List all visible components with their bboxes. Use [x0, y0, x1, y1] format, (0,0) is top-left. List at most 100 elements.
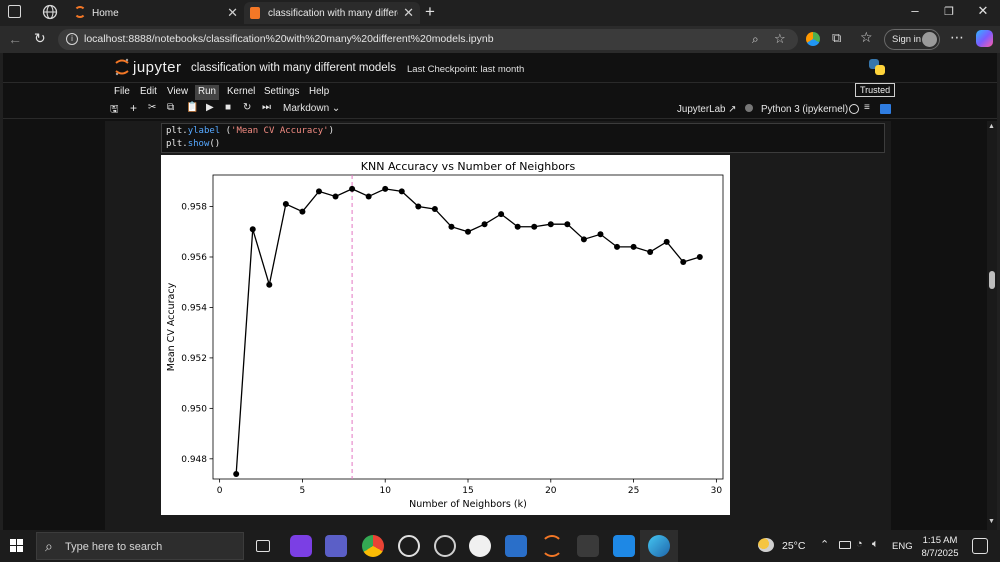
- remote-desktop-icon[interactable]: [505, 535, 527, 557]
- teams-icon[interactable]: [325, 535, 347, 557]
- code-cell[interactable]: plt.ylabel ('Mean CV Accuracy') plt.show…: [161, 123, 885, 153]
- temperature[interactable]: 25°C: [782, 540, 805, 552]
- task-view-icon[interactable]: [256, 540, 270, 552]
- data-point: [398, 188, 405, 195]
- chevron-down-icon: ⌄: [331, 103, 341, 114]
- notebook-title[interactable]: classification with many different model…: [191, 62, 396, 74]
- url-box[interactable]: i localhost:8888/notebooks/classificatio…: [58, 29, 798, 50]
- extension-icon[interactable]: [806, 32, 820, 46]
- more-options-icon[interactable]: ⋯: [950, 29, 964, 46]
- url-text[interactable]: localhost:8888/notebooks/classification%…: [84, 33, 494, 45]
- battery-icon[interactable]: [839, 541, 851, 549]
- scroll-down-icon[interactable]: ▼: [988, 518, 995, 525]
- copilot-icon[interactable]: [976, 30, 993, 47]
- sign-in-button[interactable]: Sign in: [884, 29, 940, 50]
- back-icon[interactable]: ←: [8, 31, 22, 47]
- tab-notebook[interactable]: classification with many different ✕: [244, 2, 420, 24]
- site-info-icon[interactable]: i: [66, 33, 78, 45]
- visual-studio-icon[interactable]: [290, 535, 312, 557]
- hidden-icons-chevron-icon[interactable]: ⌃: [820, 538, 829, 551]
- wifi-icon[interactable]: ◔: [856, 538, 863, 550]
- close-window-icon[interactable]: ✕: [968, 3, 998, 19]
- data-point: [233, 470, 240, 477]
- data-point: [332, 193, 339, 200]
- data-point: [431, 206, 438, 213]
- y-tick-label: 0.956: [181, 253, 207, 263]
- notebook-scrollbar[interactable]: ▲ ▼: [987, 121, 997, 530]
- workspaces-icon[interactable]: [42, 4, 58, 25]
- x-tick-label: 25: [628, 486, 639, 496]
- menu-view[interactable]: View: [164, 85, 191, 100]
- zoom-icon[interactable]: ⌕: [752, 32, 759, 47]
- whatsapp-icon[interactable]: [398, 535, 420, 557]
- insert-cell-icon[interactable]: +: [130, 101, 137, 115]
- new-tab-icon[interactable]: +: [425, 2, 435, 22]
- restart-icon[interactable]: ↻: [243, 102, 251, 113]
- favorites-icon[interactable]: ☆: [860, 29, 873, 46]
- scrollbar-thumb[interactable]: [989, 271, 995, 289]
- menu-edit[interactable]: Edit: [137, 85, 160, 100]
- favorite-star-icon[interactable]: ☆: [774, 31, 786, 47]
- notifications-icon[interactable]: [972, 538, 988, 554]
- address-bar: ← ↻ i localhost:8888/notebooks/classific…: [0, 26, 1000, 53]
- menu-file[interactable]: File: [111, 85, 133, 100]
- menu-run[interactable]: Run: [195, 85, 219, 100]
- data-point: [696, 253, 703, 260]
- data-point: [481, 221, 488, 228]
- code-token: (: [220, 126, 232, 136]
- menu-settings[interactable]: Settings: [261, 85, 302, 100]
- jupyter-favicon: [74, 6, 86, 18]
- code-token: (): [209, 139, 221, 149]
- copy-icon[interactable]: ⧉: [167, 102, 174, 113]
- clock-app-icon[interactable]: [434, 535, 456, 557]
- data-point: [266, 281, 273, 288]
- y-ticks: 0.948 0.950 0.952 0.954 0.956 0.958: [181, 203, 213, 465]
- data-point: [597, 231, 604, 238]
- restore-icon[interactable]: ❐: [934, 5, 964, 18]
- clock-time: 1:15 AM: [922, 535, 958, 546]
- volume-icon[interactable]: 🔈︎: [872, 538, 879, 551]
- kernel-name[interactable]: Python 3 (ipykernel): [761, 104, 848, 115]
- data-point: [315, 188, 322, 195]
- refresh-icon[interactable]: ↻: [34, 30, 46, 47]
- tab-actions-icon[interactable]: [8, 5, 21, 18]
- jupyterlab-link[interactable]: JupyterLab ↗: [677, 104, 736, 115]
- search-placeholder: Type here to search: [65, 541, 163, 553]
- save-icon[interactable]: 🖫: [110, 102, 119, 119]
- close-tab-icon[interactable]: ✕: [403, 5, 414, 21]
- dbeaver-icon[interactable]: [577, 535, 599, 557]
- extensions-puzzle-icon[interactable]: ⧉: [832, 30, 841, 46]
- menu-lines-icon[interactable]: ≡: [864, 102, 870, 113]
- command-palette-icon[interactable]: [880, 104, 891, 114]
- data-point: [282, 201, 289, 208]
- data-point: [680, 259, 687, 266]
- run-icon[interactable]: ▶: [206, 102, 214, 113]
- close-tab-icon[interactable]: ✕: [227, 5, 238, 21]
- stop-icon[interactable]: ■: [225, 102, 231, 113]
- avatar-icon: [922, 32, 937, 47]
- menu-kernel[interactable]: Kernel: [224, 85, 258, 100]
- menu-bar: File Edit View Run Kernel Settings Help: [3, 84, 997, 101]
- notebook-page: plt.ylabel ('Mean CV Accuracy') plt.show…: [105, 121, 891, 530]
- x-tick-label: 20: [545, 486, 557, 496]
- snipping-tool-icon[interactable]: [613, 535, 635, 557]
- menu-help[interactable]: Help: [306, 85, 332, 100]
- taskbar-search[interactable]: ⌕ Type here to search: [36, 532, 244, 560]
- weather-icon[interactable]: [758, 538, 774, 552]
- jupyter-taskbar-icon[interactable]: [541, 535, 563, 557]
- code-line: plt.ylabel ('Mean CV Accuracy'): [166, 125, 880, 138]
- cell-type-value: Markdown: [283, 103, 330, 114]
- system-clock[interactable]: 1:15 AM 8/7/2025: [920, 534, 960, 560]
- input-language[interactable]: ENG: [892, 541, 913, 552]
- minimize-icon[interactable]: –: [900, 3, 930, 18]
- jupyter-logo[interactable]: jupyter: [115, 58, 182, 76]
- cut-icon[interactable]: ✂: [148, 102, 156, 113]
- chrome-icon[interactable]: [362, 535, 384, 557]
- paste-icon[interactable]: 📋: [186, 102, 198, 113]
- windows-start-icon[interactable]: [10, 539, 24, 553]
- cell-type-select[interactable]: Markdown ⌄: [283, 103, 340, 114]
- restart-run-all-icon[interactable]: ⏭: [262, 102, 271, 113]
- scroll-up-icon[interactable]: ▲: [988, 123, 995, 130]
- tab-home[interactable]: Home ✕: [68, 2, 244, 24]
- github-icon[interactable]: [469, 535, 491, 557]
